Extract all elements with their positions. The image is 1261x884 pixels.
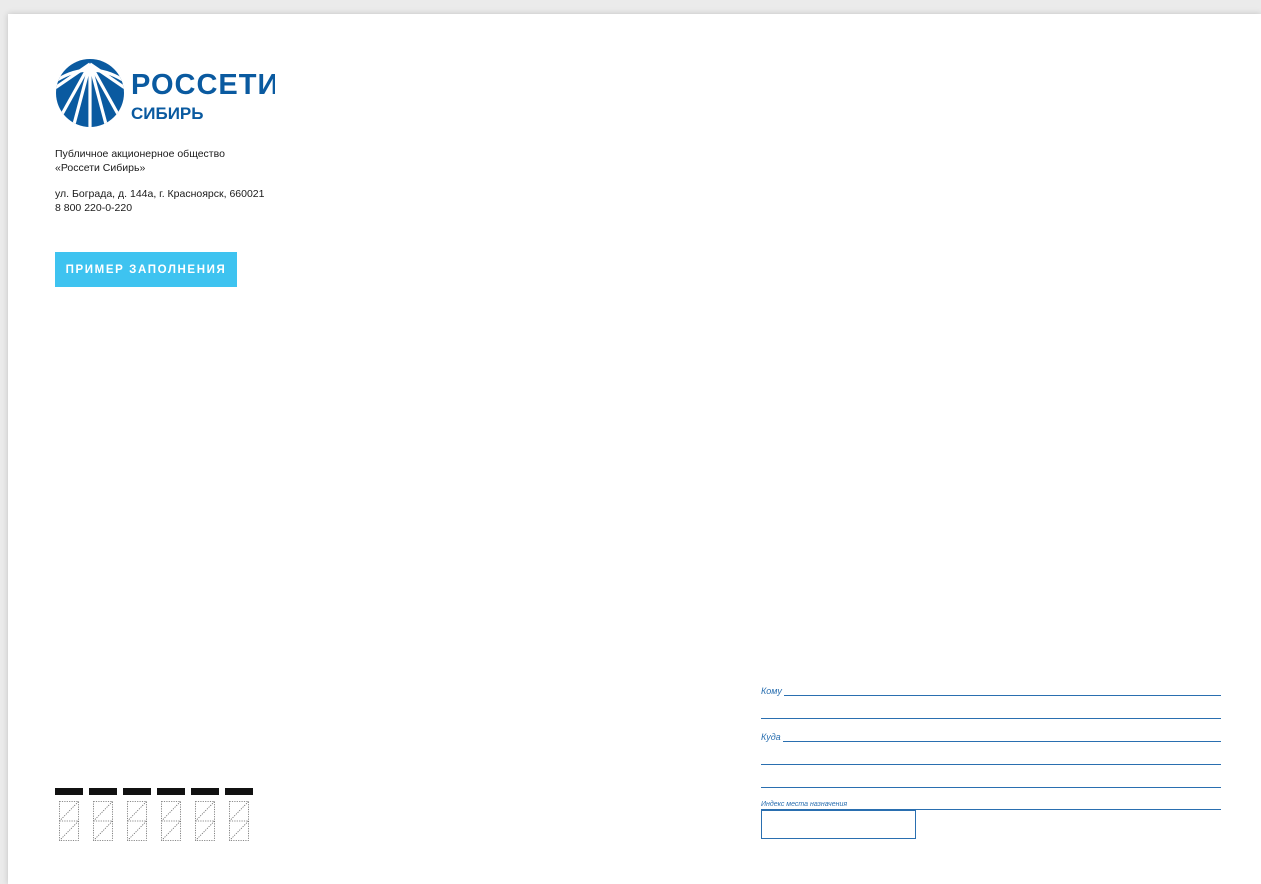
postcode-bar — [123, 788, 151, 795]
to-line — [761, 695, 1221, 696]
postcode-stencil-icon — [127, 801, 147, 841]
postcode-digit — [55, 788, 83, 844]
postcode-digit — [225, 788, 253, 844]
brand-name: РОССЕТИ — [131, 69, 275, 101]
postcode-digit — [123, 788, 151, 844]
postcode-stencil-icon — [161, 801, 181, 841]
to-label: Кому — [761, 686, 784, 696]
to-line-2 — [761, 718, 1221, 719]
postcode-bar — [55, 788, 83, 795]
where-label: Куда — [761, 732, 783, 742]
where-line-3 — [761, 787, 1221, 788]
where-line-2 — [761, 764, 1221, 765]
postcode-digit — [191, 788, 219, 844]
postcode-bar — [89, 788, 117, 795]
sample-fill-badge: ПРИМЕР ЗАПОЛНЕНИЯ — [55, 252, 237, 287]
postcode-digit — [89, 788, 117, 844]
postcode-stencil-icon — [59, 801, 79, 841]
rosseti-emblem-icon: РОССЕТИ СИБИРЬ — [56, 59, 275, 127]
recipient-block: Кому Куда Индекс места назначения — [761, 684, 1221, 844]
postcode-stencil-icon — [93, 801, 113, 841]
postcode-bar — [225, 788, 253, 795]
postcode-bar — [191, 788, 219, 795]
postcode-digit — [157, 788, 185, 844]
postcode-stencil-icon — [195, 801, 215, 841]
postcode-bar — [157, 788, 185, 795]
sender-info: Публичное акционерное общество «Россети … — [55, 147, 264, 215]
legal-form: Публичное акционерное общество — [55, 148, 225, 160]
where-line — [761, 741, 1221, 742]
company-name: «Россети Сибирь» — [55, 162, 146, 174]
postcode-stencil-icon — [229, 801, 249, 841]
envelope: РОССЕТИ СИБИРЬ Публичное акционерное общ… — [8, 14, 1261, 884]
index-field[interactable] — [761, 810, 916, 839]
postcode-grid — [55, 788, 255, 844]
brand-subsidiary: СИБИРЬ — [131, 104, 204, 123]
company-logo: РОССЕТИ СИБИРЬ — [55, 58, 275, 128]
index-label: Индекс места назначения — [761, 801, 850, 808]
sender-phone: 8 800 220-0-220 — [55, 202, 133, 214]
sender-address: ул. Бограда, д. 144а, г. Красноярск, 660… — [55, 188, 265, 200]
